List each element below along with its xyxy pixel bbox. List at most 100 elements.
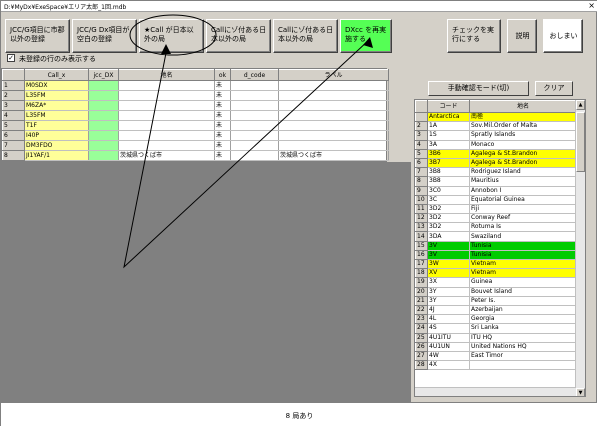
- place-cell[interactable]: [118, 110, 215, 121]
- manual-confirm-mode-button[interactable]: 手動確認モード(切): [428, 81, 529, 96]
- foreign-call-button[interactable]: ★Call が日本以外の局: [139, 19, 204, 53]
- call-cell[interactable]: DM3FDO: [24, 140, 89, 151]
- list-item[interactable]: 26 4U1UN United Nations HQ: [415, 341, 577, 352]
- dxcc-code[interactable]: 3C: [427, 195, 470, 205]
- grid-header-ok[interactable]: ok: [214, 69, 231, 81]
- place-cell[interactable]: [118, 140, 215, 151]
- dxcc-code[interactable]: 4L: [427, 314, 470, 325]
- list-item[interactable]: 13 3D2 Rotuma Is: [415, 222, 577, 233]
- label-cell[interactable]: [278, 110, 389, 121]
- dxcc-code[interactable]: 4U1UN: [427, 342, 470, 352]
- slash-call-foreign-button[interactable]: Callにゾ付ある日本以外の局: [206, 19, 271, 53]
- list-item[interactable]: 16 3V Tunisia: [415, 249, 577, 261]
- clear-button[interactable]: クリア: [535, 81, 573, 96]
- dcode-cell[interactable]: [230, 140, 279, 151]
- list-item[interactable]: 5 3B6 Agalega & St.Brandon: [415, 148, 577, 159]
- list-item[interactable]: 18 XV Vietnam: [415, 268, 577, 279]
- grid-header-label[interactable]: ラベル: [278, 69, 389, 81]
- list-item[interactable]: 11 3D2 Fiji: [415, 203, 577, 215]
- jcc-cell[interactable]: [88, 110, 119, 121]
- dxcc-place[interactable]: Tunisia: [469, 250, 577, 261]
- scroll-up-icon[interactable]: ▲: [576, 100, 585, 110]
- list-item[interactable]: 3 1S Spratly Islands: [415, 130, 577, 141]
- dxcc-place[interactable]: Fiji: [469, 204, 577, 215]
- table-row[interactable]: 1 M0SDX 未: [2, 80, 389, 91]
- list-item[interactable]: 10 3C Equatorial Guinea: [415, 194, 577, 205]
- dxcc-code[interactable]: Antarctica: [427, 112, 470, 123]
- dxcc-place[interactable]: Georgia: [469, 314, 577, 325]
- place-cell[interactable]: [118, 130, 215, 141]
- call-cell[interactable]: JI1YAF/1: [24, 150, 89, 161]
- label-cell[interactable]: [278, 80, 389, 91]
- dxcc-code[interactable]: 3W: [427, 259, 470, 270]
- dxcc-place[interactable]: East Timor: [469, 351, 577, 362]
- dcode-cell[interactable]: [230, 120, 279, 131]
- jcc-cell[interactable]: [88, 100, 119, 111]
- table-row[interactable]: 5 T1F 未: [2, 120, 389, 131]
- grid-header-dcode[interactable]: d_code: [230, 69, 279, 81]
- dxcc-code[interactable]: 4S: [427, 323, 470, 334]
- dxcc-place[interactable]: Spratly Islands: [469, 130, 577, 141]
- dxcc-code[interactable]: 3V: [427, 250, 470, 261]
- table-row[interactable]: 6 I40P 未: [2, 130, 389, 141]
- list-item[interactable]: 7 3B8 Rodriguez Island: [415, 167, 577, 178]
- dxcc-place[interactable]: Rotuma Is: [469, 222, 577, 233]
- list-item[interactable]: 24 4S Sri Lanka: [415, 323, 577, 334]
- dxcc-code[interactable]: 4X: [427, 360, 470, 371]
- dxcc-place[interactable]: United Nations HQ: [469, 342, 577, 352]
- dxcc-horizontal-scrollbar[interactable]: [415, 387, 576, 396]
- place-cell[interactable]: [118, 120, 215, 131]
- grid-header-jcc[interactable]: jcc_DX: [88, 69, 119, 81]
- dxcc-place[interactable]: Annobon I: [469, 186, 577, 196]
- list-item[interactable]: 17 3W Vietnam: [415, 258, 577, 270]
- dxcc-code[interactable]: 3X: [427, 277, 470, 288]
- list-item[interactable]: 2 1A Sov.Mil.Order of Malta: [415, 121, 577, 132]
- dxcc-place[interactable]: Azerbaijan: [469, 305, 577, 316]
- dxcc-place[interactable]: Rodriguez Island: [469, 167, 577, 178]
- dxcc-place[interactable]: Swaziland: [469, 231, 577, 242]
- dxcc-place[interactable]: Mauritius: [469, 176, 577, 187]
- label-cell[interactable]: [278, 140, 389, 151]
- ok-cell[interactable]: 未: [214, 110, 231, 121]
- label-cell[interactable]: 茨城県つくば市: [278, 150, 389, 161]
- dxcc-header-place[interactable]: 地名: [469, 100, 577, 113]
- dcode-cell[interactable]: [230, 150, 279, 161]
- unregistered-only-checkbox[interactable]: ✓: [7, 54, 15, 62]
- scroll-down-icon[interactable]: ▼: [576, 388, 585, 396]
- dxcc-place[interactable]: Agalega & St.Brandon: [469, 149, 577, 159]
- dxcc-place[interactable]: Tunisia: [469, 241, 577, 251]
- dxcc-place[interactable]: Peter Is.: [469, 296, 577, 306]
- list-item[interactable]: Antarctica 南極: [415, 111, 577, 123]
- dxcc-place[interactable]: Monaco: [469, 140, 577, 150]
- table-row[interactable]: 2 L35FM 未: [2, 90, 389, 101]
- list-item[interactable]: 23 4L Georgia: [415, 314, 577, 325]
- list-item[interactable]: 14 3DA Swaziland: [415, 231, 577, 242]
- rerun-dxcc-button[interactable]: DXcc を再実施する: [340, 19, 392, 53]
- dxcc-code[interactable]: 3A: [427, 140, 470, 150]
- place-cell[interactable]: 茨城県つくば市: [118, 150, 215, 161]
- scroll-thumb[interactable]: [576, 112, 585, 172]
- dxcc-place[interactable]: ITU HQ: [469, 333, 577, 343]
- dxcc-place[interactable]: [469, 360, 577, 371]
- slash-call-foreign-button-2[interactable]: Callにゾ付ある日本以外の局: [273, 19, 338, 53]
- dxcc-code[interactable]: 1A: [427, 121, 470, 132]
- list-item[interactable]: 25 4U1ITU ITU HQ: [415, 332, 577, 343]
- list-item[interactable]: 27 4W East Timor: [415, 350, 577, 362]
- non-city-registration-button[interactable]: JCC/G項目に市郡以外の登録: [5, 19, 70, 53]
- help-button[interactable]: 説明: [507, 19, 537, 53]
- dxcc-code[interactable]: 3B6: [427, 149, 470, 159]
- jcc-cell[interactable]: [88, 120, 119, 131]
- dxcc-code[interactable]: 1S: [427, 130, 470, 141]
- list-item[interactable]: 21 3Y Peter Is.: [415, 295, 577, 306]
- list-item[interactable]: 20 3Y Bouvet Island: [415, 286, 577, 297]
- ok-cell[interactable]: 未: [214, 100, 231, 111]
- ok-cell[interactable]: 未: [214, 90, 231, 101]
- place-cell[interactable]: [118, 100, 215, 111]
- blank-dx-registration-button[interactable]: JCC/G Dx項目が空白の登録: [72, 19, 137, 53]
- list-item[interactable]: 12 3D2 Conway Reef: [415, 213, 577, 224]
- label-cell[interactable]: [278, 120, 389, 131]
- check-run-button[interactable]: チェックを実行にする: [447, 19, 501, 53]
- dxcc-place[interactable]: Vietnam: [469, 268, 577, 279]
- dcode-cell[interactable]: [230, 110, 279, 121]
- jcc-cell[interactable]: [88, 150, 119, 161]
